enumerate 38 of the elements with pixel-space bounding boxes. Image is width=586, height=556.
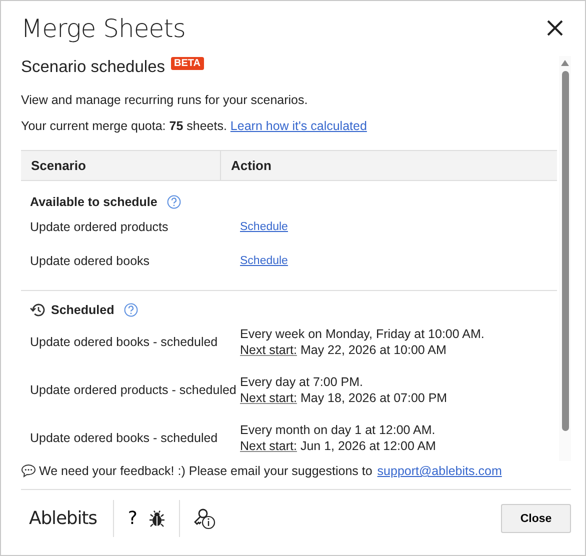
help-icon[interactable]: [167, 195, 182, 209]
scenario-name: Update ordered products: [30, 220, 170, 234]
help-button[interactable]: ?: [128, 508, 138, 529]
scenario-name: Update odered books: [30, 254, 151, 268]
next-start-label: Next start:: [240, 390, 297, 404]
next-start-date: Jun 1, 2026 at 12:00 AM: [300, 438, 436, 452]
learn-link[interactable]: Learn how it's calculated: [230, 119, 367, 133]
scenario-name: Update ordered products - scheduled: [30, 383, 238, 397]
quota-text: Your current merge quota: 75 sheets.: [21, 119, 227, 133]
description-text: View and manage recurring runs for your scenarios.: [21, 93, 309, 107]
history-icon: [30, 303, 45, 317]
schedule-text: Every month on day 1 at 12:00 AM.: [240, 422, 436, 438]
feedback-text: We need your feedback! :) Please email your suggestions to: [39, 464, 372, 478]
chat-icon: [21, 464, 36, 478]
help-icon[interactable]: [124, 303, 138, 317]
key-info-icon[interactable]: [194, 508, 216, 530]
ablebits-logo[interactable]: Ablebits: [21, 508, 105, 529]
group-title: Available to schedule: [30, 195, 158, 209]
close-button[interactable]: Close: [501, 504, 571, 533]
next-start-date: May 18, 2026 at 07:00 PM: [300, 390, 448, 404]
column-header: Scenario: [21, 151, 221, 180]
next-start-label: Next start:: [240, 342, 297, 356]
next-start-date: May 22, 2026 at 10:00 AM: [300, 342, 446, 356]
email-link[interactable]: support@ablebits.com: [377, 464, 502, 478]
bug-icon[interactable]: [149, 510, 166, 528]
schedule-link[interactable]: Schedule: [240, 255, 288, 267]
column-header: Action: [230, 157, 272, 175]
window-title: Merge Sheets: [21, 14, 186, 42]
beta-badge: BETA: [171, 57, 204, 70]
schedule-link[interactable]: Schedule: [240, 221, 288, 233]
group-title: Scheduled: [51, 303, 114, 317]
scenario-name: Update odered books - scheduled: [30, 431, 219, 445]
close-icon[interactable]: [547, 20, 563, 36]
scenario-name: Update odered books - scheduled: [30, 335, 219, 349]
section-title: Scenario schedules: [21, 58, 166, 76]
next-start-label: Next start:: [240, 438, 297, 452]
schedule-text: Every day at 7:00 PM.: [240, 374, 364, 390]
schedule-text: Every week on Monday, Friday at 10:00 AM.: [240, 326, 484, 342]
